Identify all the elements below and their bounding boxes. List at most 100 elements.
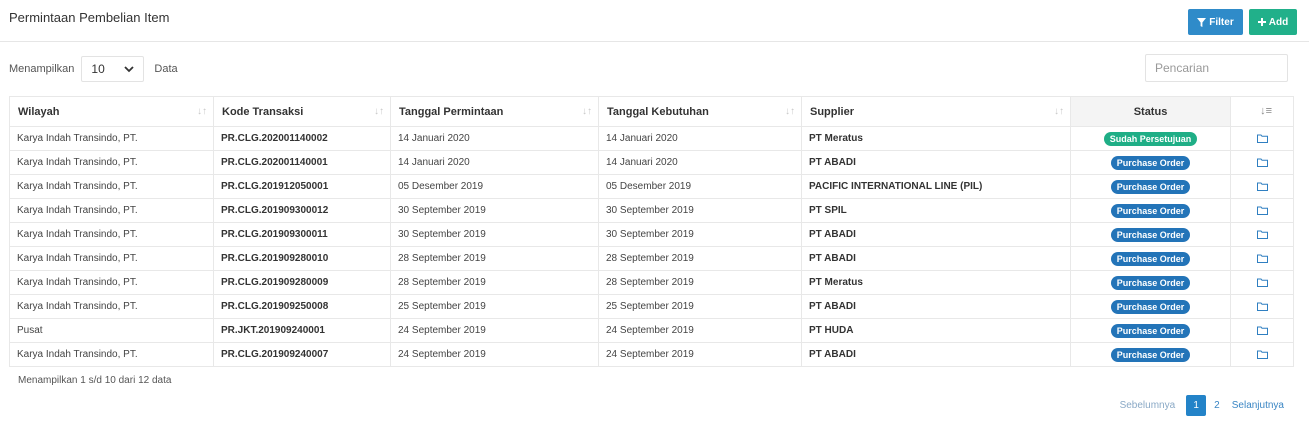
status-badge: Purchase Order (1110, 155, 1191, 170)
cell-kode-transaksi: PR.CLG.201909280010 (213, 246, 391, 271)
table-body: Karya Indah Transindo, PT. PR.CLG.2020011… (9, 126, 1294, 367)
cell-status: Purchase Order (1070, 342, 1231, 367)
cell-status: Purchase Order (1070, 246, 1231, 271)
length-prefix-label: Menampilkan (9, 63, 75, 75)
status-badge: Purchase Order (1110, 323, 1191, 338)
cell-wilayah: Karya Indah Transindo, PT. (9, 294, 214, 319)
filter-icon (1197, 17, 1207, 27)
cell-tanggal-permintaan: 30 September 2019 (390, 222, 599, 247)
cell-tanggal-permintaan: 28 September 2019 (390, 270, 599, 295)
cell-action (1230, 246, 1294, 271)
folder-icon[interactable] (1256, 350, 1268, 359)
cell-action (1230, 198, 1294, 223)
cell-status: Purchase Order (1070, 198, 1231, 223)
purchase-request-table: Wilayah ↓↑ Kode Transaksi ↓↑ Tanggal Permi… (9, 96, 1294, 367)
table-row: Karya Indah Transindo, PT. PR.CLG.2019120… (9, 174, 1294, 199)
page-header: Permintaan Pembelian Item Filter Add (0, 0, 1309, 42)
column-header-action[interactable]: ↓≡ (1230, 96, 1294, 127)
filter-button[interactable]: Filter (1188, 9, 1243, 35)
cell-kode-transaksi: PR.CLG.201909280009 (213, 270, 391, 295)
pagination-page-1[interactable]: 1 (1186, 395, 1207, 416)
cell-status: Purchase Order (1070, 318, 1231, 343)
length-suffix-label: Data (154, 63, 178, 75)
column-header-tanggal-permintaan[interactable]: Tanggal Permintaan ↓↑ (390, 96, 599, 127)
cell-wilayah: Karya Indah Transindo, PT. (9, 270, 214, 295)
cell-wilayah: Karya Indah Transindo, PT. (9, 174, 214, 199)
cell-kode-transaksi: PR.CLG.202001140001 (213, 150, 391, 175)
column-header-kode-transaksi[interactable]: Kode Transaksi ↓↑ (213, 96, 391, 127)
folder-icon[interactable] (1256, 134, 1268, 143)
cell-status: Sudah Persetujuan (1070, 126, 1231, 151)
cell-status: Purchase Order (1070, 174, 1231, 199)
folder-icon[interactable] (1256, 326, 1268, 335)
column-header-wilayah[interactable]: Wilayah ↓↑ (9, 96, 214, 127)
cell-tanggal-kebutuhan: 14 Januari 2020 (598, 150, 802, 175)
cell-wilayah: Karya Indah Transindo, PT. (9, 198, 214, 223)
column-header-tanggal-kebutuhan[interactable]: Tanggal Kebutuhan ↓↑ (598, 96, 802, 127)
cell-action (1230, 294, 1294, 319)
cell-wilayah: Karya Indah Transindo, PT. (9, 126, 214, 151)
table-row: Karya Indah Transindo, PT. PR.CLG.2019093… (9, 222, 1294, 247)
pagination-previous[interactable]: Sebelumnya (1120, 400, 1176, 411)
cell-status: Purchase Order (1070, 294, 1231, 319)
cell-tanggal-permintaan: 24 September 2019 (390, 318, 599, 343)
table-info: Menampilkan 1 s/d 10 dari 12 data (18, 375, 172, 386)
cell-wilayah: Karya Indah Transindo, PT. (9, 342, 214, 367)
table-row: Karya Indah Transindo, PT. PR.CLG.2019092… (9, 270, 1294, 295)
sort-icon: ↓↑ (1054, 106, 1064, 117)
status-badge: Purchase Order (1110, 251, 1191, 266)
folder-icon[interactable] (1256, 158, 1268, 167)
search-input[interactable]: Pencarian (1145, 54, 1288, 82)
cell-supplier: PT ABADI (801, 294, 1071, 319)
search-placeholder: Pencarian (1155, 61, 1210, 75)
cell-supplier: PT Meratus (801, 126, 1071, 151)
pagination: Sebelumnya 1 2 Selanjutnya (1120, 395, 1284, 416)
page-length-select[interactable]: 10 (81, 56, 145, 82)
column-header-supplier[interactable]: Supplier ↓↑ (801, 96, 1071, 127)
cell-supplier: PACIFIC INTERNATIONAL LINE (PIL) (801, 174, 1071, 199)
cell-action (1230, 174, 1294, 199)
cell-tanggal-permintaan: 24 September 2019 (390, 342, 599, 367)
pagination-page-2[interactable]: 2 (1214, 400, 1220, 411)
cell-supplier: PT ABADI (801, 342, 1071, 367)
table-row: Pusat PR.JKT.201909240001 24 September 201… (9, 318, 1294, 343)
folder-icon[interactable] (1256, 230, 1268, 239)
folder-icon[interactable] (1256, 302, 1268, 311)
cell-supplier: PT ABADI (801, 246, 1071, 271)
cell-action (1230, 270, 1294, 295)
table-row: Karya Indah Transindo, PT. PR.CLG.2019092… (9, 246, 1294, 271)
cell-supplier: PT SPIL (801, 198, 1071, 223)
cell-action (1230, 150, 1294, 175)
folder-icon[interactable] (1256, 254, 1268, 263)
add-button[interactable]: Add (1249, 9, 1297, 35)
status-badge: Sudah Persetujuan (1103, 131, 1198, 146)
filter-button-label: Filter (1209, 16, 1234, 28)
status-badge: Purchase Order (1110, 275, 1191, 290)
cell-kode-transaksi: PR.CLG.201909300011 (213, 222, 391, 247)
cell-kode-transaksi: PR.CLG.202001140002 (213, 126, 391, 151)
cell-tanggal-kebutuhan: 28 September 2019 (598, 246, 802, 271)
folder-icon[interactable] (1256, 278, 1268, 287)
cell-status: Purchase Order (1070, 270, 1231, 295)
pagination-next[interactable]: Selanjutnya (1232, 400, 1284, 411)
sort-icon: ↓↑ (785, 106, 795, 117)
cell-tanggal-permintaan: 28 September 2019 (390, 246, 599, 271)
add-button-label: Add (1268, 16, 1289, 28)
folder-icon[interactable] (1256, 206, 1268, 215)
table-row: Karya Indah Transindo, PT. PR.CLG.2020011… (9, 150, 1294, 175)
cell-status: Purchase Order (1070, 150, 1231, 175)
cell-tanggal-permintaan: 14 Januari 2020 (390, 150, 599, 175)
cell-kode-transaksi: PR.CLG.201912050001 (213, 174, 391, 199)
cell-tanggal-kebutuhan: 30 September 2019 (598, 198, 802, 223)
table-row: Karya Indah Transindo, PT. PR.CLG.2019092… (9, 294, 1294, 319)
cell-wilayah: Karya Indah Transindo, PT. (9, 150, 214, 175)
cell-kode-transaksi: PR.CLG.201909300012 (213, 198, 391, 223)
cell-tanggal-kebutuhan: 14 Januari 2020 (598, 126, 802, 151)
status-badge: Purchase Order (1110, 227, 1191, 242)
cell-tanggal-permintaan: 30 September 2019 (390, 198, 599, 223)
cell-tanggal-kebutuhan: 28 September 2019 (598, 270, 802, 295)
folder-icon[interactable] (1256, 182, 1268, 191)
table-row: Karya Indah Transindo, PT. PR.CLG.2019092… (9, 342, 1294, 367)
page-length-control: Menampilkan 10 Data (9, 56, 178, 82)
cell-status: Purchase Order (1070, 222, 1231, 247)
